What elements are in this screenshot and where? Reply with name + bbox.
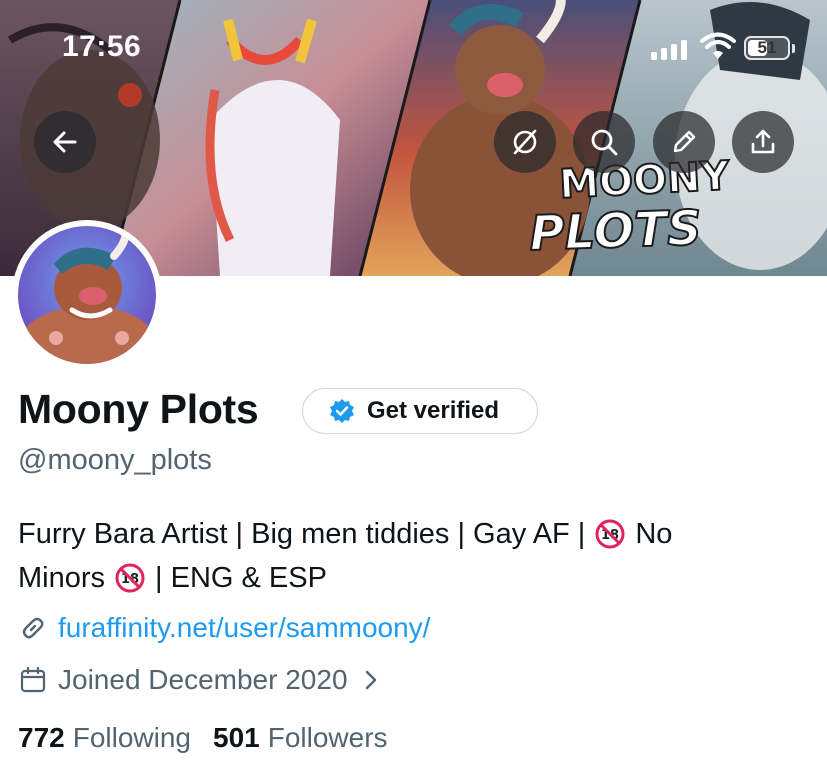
slash-circle-icon	[513, 129, 537, 155]
no-under-18-icon: 18	[115, 563, 145, 593]
followers-count: 501	[213, 722, 260, 753]
share-icon	[751, 129, 775, 154]
status-bar: 17:56 51	[0, 0, 827, 90]
get-verified-button[interactable]: Get verified	[302, 388, 538, 434]
cellular-signal-icon	[651, 38, 687, 60]
no-under-18-icon: 18	[595, 519, 625, 549]
pencil-icon	[673, 130, 696, 153]
bio-line-1: Furry Bara Artist | Big men tiddies | Ga…	[18, 512, 808, 556]
following-count: 772	[18, 722, 65, 753]
chevron-right-icon	[365, 670, 376, 690]
share-button[interactable]	[732, 111, 794, 173]
bio-text: Minors	[18, 562, 106, 594]
battery-icon: 51	[744, 36, 790, 60]
mute-button[interactable]	[494, 111, 556, 173]
status-time: 17:56	[62, 30, 142, 63]
edit-button[interactable]	[653, 111, 715, 173]
verified-badge-icon	[330, 399, 354, 423]
following-label: Following	[72, 722, 191, 753]
bio-text: Furry Bara Artist | Big men tiddies | Ga…	[18, 518, 586, 550]
followers-link[interactable]: 501 Followers	[213, 722, 388, 754]
profile-bio: Furry Bara Artist | Big men tiddies | Ga…	[18, 512, 808, 600]
bio-line-2: Minors 18 | ENG & ESP	[18, 556, 808, 600]
wifi-icon	[700, 32, 736, 59]
display-name: Moony Plots	[18, 386, 259, 432]
following-link[interactable]: 772 Following	[18, 722, 191, 754]
website-row: furaffinity.net/user/sammoony/	[18, 612, 430, 644]
followers-label: Followers	[267, 722, 388, 753]
user-handle: @moony_plots	[18, 444, 212, 476]
get-verified-label: Get verified	[367, 397, 500, 424]
website-link[interactable]: furaffinity.net/user/sammoony/	[58, 612, 430, 644]
avatar-artwork	[18, 226, 156, 364]
search-button[interactable]	[573, 111, 635, 173]
joined-row[interactable]: Joined December 2020	[18, 664, 382, 696]
avatar[interactable]	[18, 226, 156, 364]
arrow-left-icon	[53, 131, 77, 153]
bio-text: No	[635, 518, 673, 550]
bio-text: | ENG & ESP	[155, 562, 327, 594]
search-icon	[591, 129, 618, 156]
battery-percent: 51	[757, 38, 777, 57]
link-icon	[22, 617, 44, 639]
follow-stats: 772 Following 501 Followers	[18, 722, 388, 754]
battery-nub	[792, 44, 795, 53]
svg-text:PLOTS: PLOTS	[528, 200, 702, 262]
back-button[interactable]	[34, 111, 96, 173]
calendar-icon	[20, 666, 46, 693]
joined-date: Joined December 2020	[58, 664, 348, 695]
